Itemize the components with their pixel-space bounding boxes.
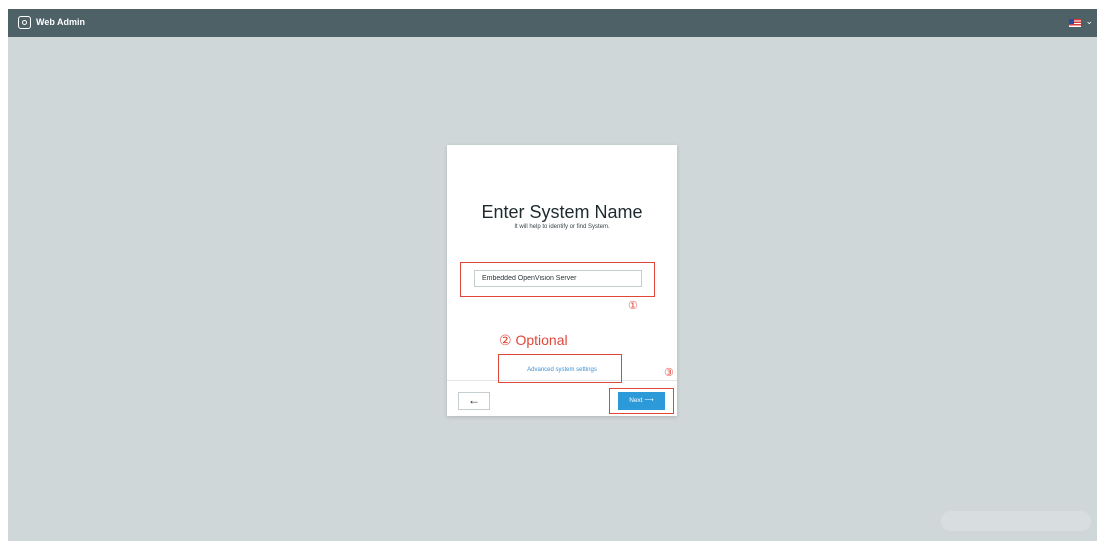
dialog-title: Enter System Name (481, 202, 643, 222)
app-title: Web Admin (36, 17, 85, 27)
top-bar: Web Admin ⌄ (8, 9, 1097, 37)
back-button[interactable]: ← (458, 392, 490, 410)
chevron-down-icon[interactable]: ⌄ (1085, 16, 1093, 27)
app-frame: Web Admin ⌄ Enter System Name It will he… (8, 9, 1097, 541)
watermark (941, 511, 1091, 531)
highlight-advanced-settings (498, 354, 622, 383)
us-flag-icon[interactable] (1069, 19, 1081, 27)
highlight-next-button (609, 388, 674, 414)
dialog-subtitle: It will help to identify or find System. (514, 224, 610, 230)
highlight-system-name (460, 262, 655, 297)
annotation-step-3: ③ (664, 367, 674, 379)
annotation-step-1: ① (628, 300, 638, 312)
annotation-step-2-optional: ② Optional (499, 332, 568, 348)
app-logo-icon[interactable] (18, 16, 31, 29)
